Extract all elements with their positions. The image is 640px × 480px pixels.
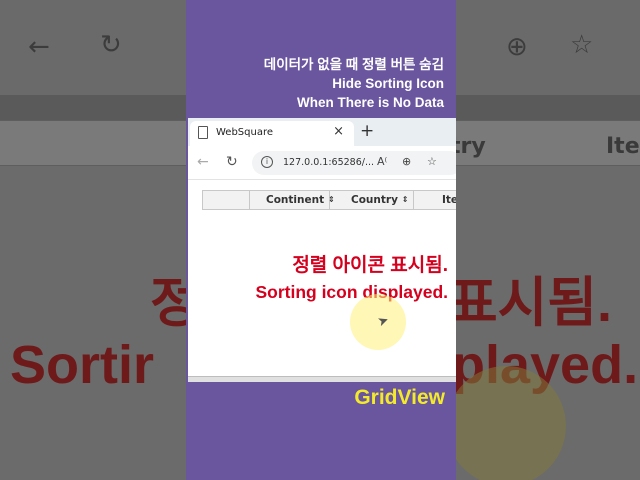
background-column-country: try <box>456 134 486 159</box>
column-label: Ite <box>442 194 456 206</box>
grid-column-country[interactable]: Country ⇕ <box>330 191 414 209</box>
background-toolbar <box>456 0 640 95</box>
background-english-text: Sortir <box>10 335 155 395</box>
address-bar: ← ↻ i 127.0.0.1:65286/... A⁽ ⊕ ☆ <box>188 146 456 180</box>
new-tab-button[interactable]: + <box>360 121 374 141</box>
grid-column-continent[interactable]: Continent ⇕ <box>250 191 335 209</box>
message-korean: 정렬 아이콘 표시됨. <box>292 255 448 276</box>
caption-korean: 데이터가 없을 때 정렬 버튼 숨김 <box>263 57 444 72</box>
tab-close-button[interactable]: × <box>333 124 344 139</box>
background-korean-text: 표시됨. <box>456 273 613 333</box>
column-label: Continent <box>266 194 325 206</box>
reload-icon[interactable]: ↻ <box>226 154 238 170</box>
tab-title: WebSquare <box>216 127 274 138</box>
grid-column-blank <box>203 191 250 209</box>
tab-bar: WebSquare × + <box>188 118 456 146</box>
info-icon[interactable]: i <box>261 156 273 168</box>
url-field[interactable]: i 127.0.0.1:65286/... A⁽ ⊕ ☆ <box>252 151 456 175</box>
background-grid-header <box>0 120 186 166</box>
browser-window: WebSquare × + ← ↻ i 127.0.0.1:65286/... … <box>188 118 456 382</box>
caption: 데이터가 없을 때 정렬 버튼 숨김 Hide Sorting Icon Whe… <box>264 55 444 112</box>
caption-english-line2: When There is No Data <box>296 95 444 110</box>
tab-websquare[interactable]: WebSquare × <box>190 121 354 146</box>
background-left-blur: ← ↻ 정 Sortir <box>0 0 186 480</box>
zoom-icon[interactable]: ⊕ <box>402 155 411 168</box>
background-right-blur: ⊕ ☆ try Ite 표시됨. played. <box>456 0 640 480</box>
gridview-label: GridView <box>354 386 445 409</box>
background-korean-text: 정 <box>150 273 186 333</box>
zoom-icon: ⊕ <box>506 32 528 62</box>
read-aloud-icon[interactable]: A⁽ <box>377 155 387 168</box>
url-text: 127.0.0.1:65286/... <box>283 157 375 168</box>
column-label: Country <box>351 194 398 206</box>
back-arrow-icon[interactable]: ← <box>197 154 209 170</box>
favorite-star-icon[interactable]: ☆ <box>427 155 437 168</box>
message-english: Sorting icon displayed. <box>255 282 448 302</box>
caption-english-line1: Hide Sorting Icon <box>332 76 444 91</box>
background-column-item: Ite <box>606 134 640 159</box>
favorite-star-icon: ☆ <box>570 30 594 60</box>
gridview-header: Continent ⇕ Country ⇕ Ite <box>202 190 456 210</box>
video-center-panel: 데이터가 없을 때 정렬 버튼 숨김 Hide Sorting Icon Whe… <box>186 0 456 480</box>
sort-icon[interactable]: ⇕ <box>402 195 409 204</box>
reload-icon: ↻ <box>100 30 122 60</box>
document-icon <box>198 126 208 139</box>
grid-column-item[interactable]: Ite <box>414 191 456 209</box>
browser-bottom-edge <box>188 376 456 382</box>
back-arrow-icon: ← <box>28 32 50 62</box>
